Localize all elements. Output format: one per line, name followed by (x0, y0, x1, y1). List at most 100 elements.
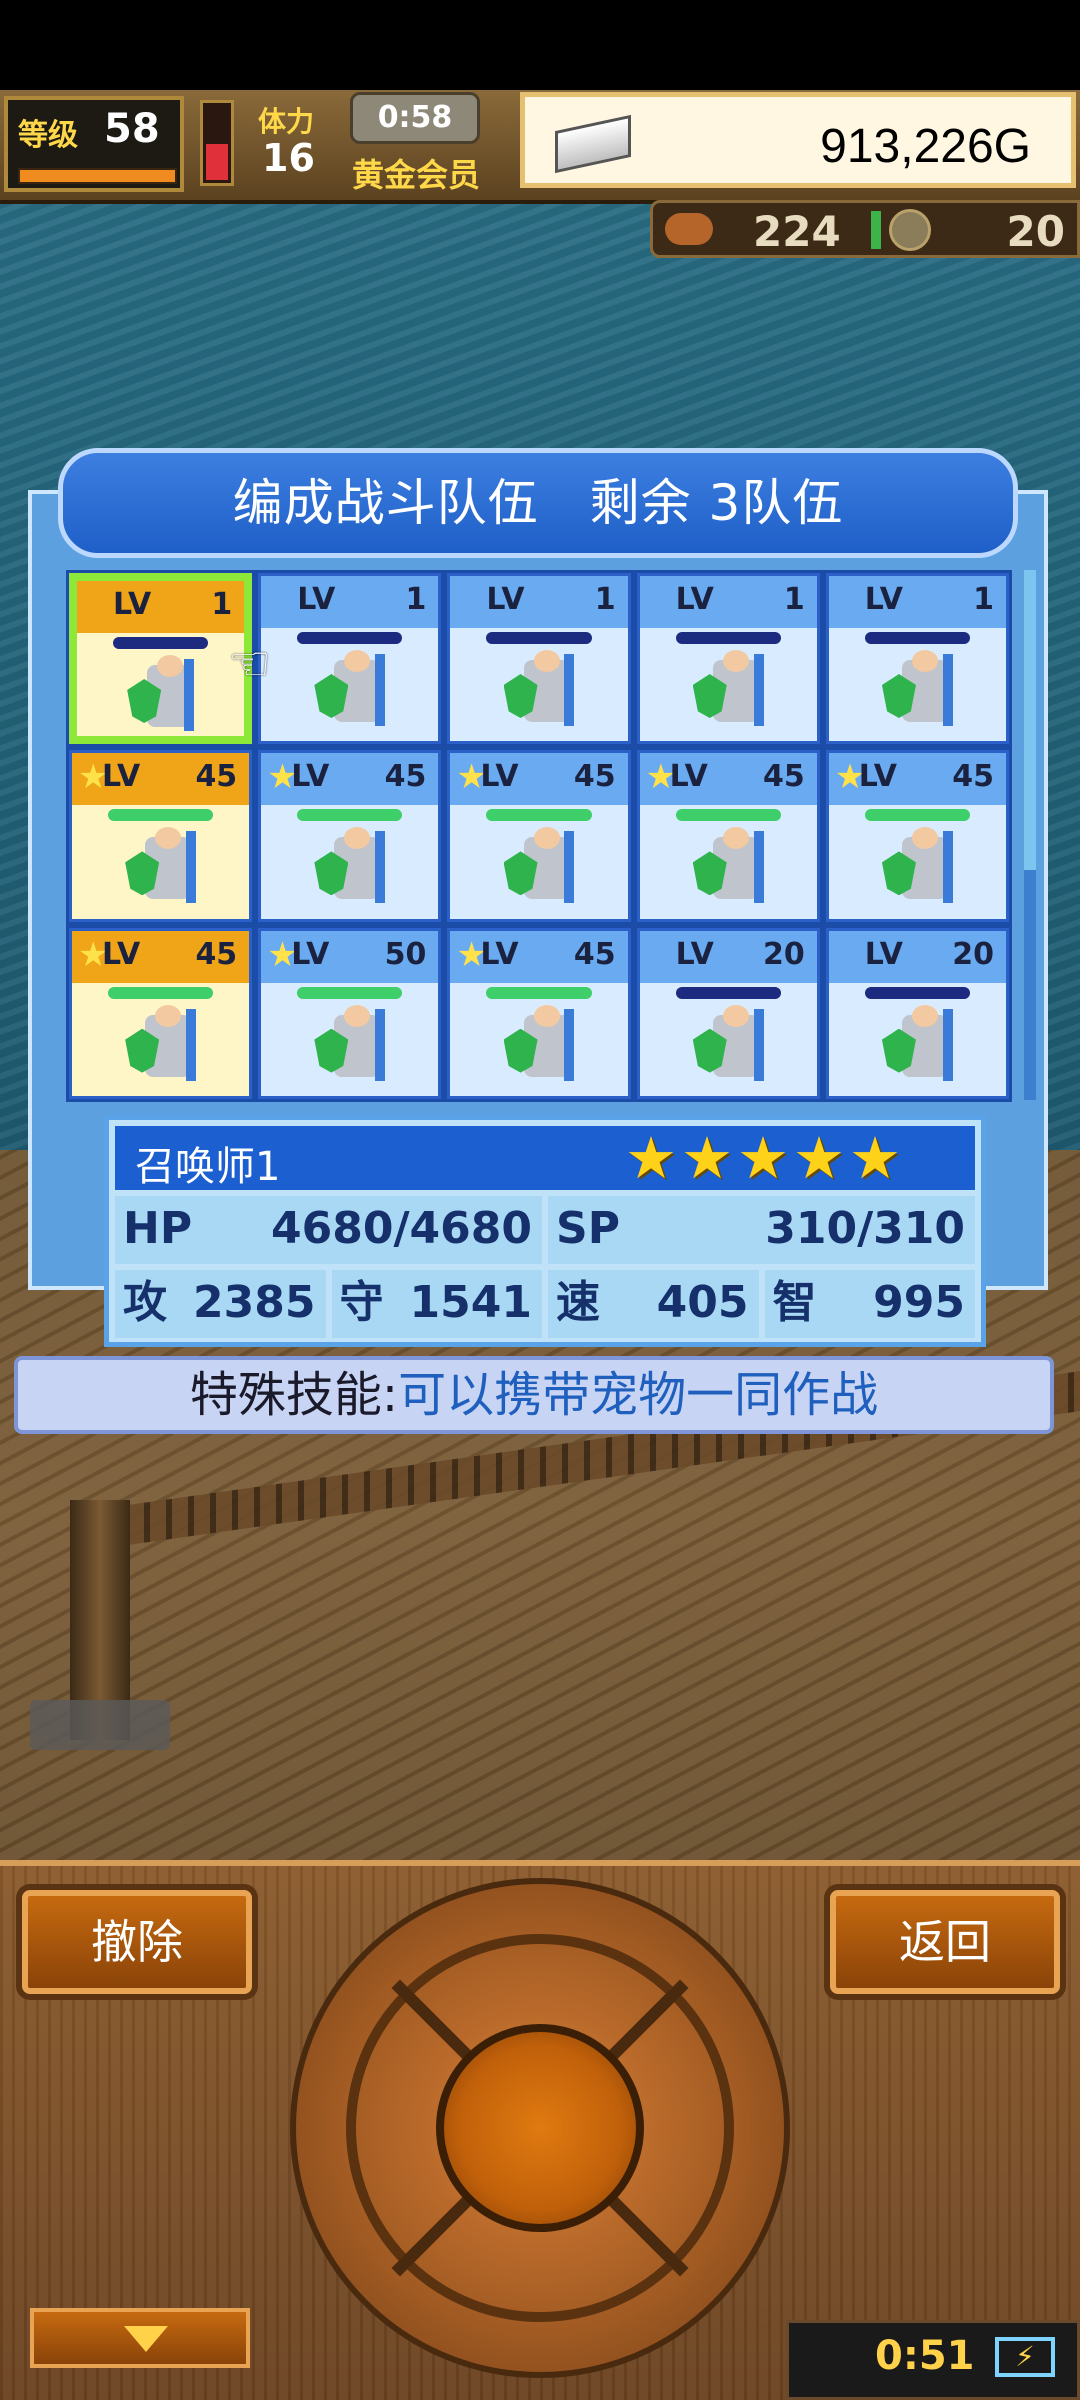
character-slot[interactable]: ★ LV 45 (69, 927, 253, 1099)
slot-lv-value: 45 (573, 759, 616, 795)
staff-part (753, 1008, 764, 1081)
slot-level-header: LV 1 (639, 576, 817, 628)
stats-header: 召唤师1 ★★★★★ (115, 1126, 975, 1190)
pointer-hand-icon: ☜ (228, 636, 272, 692)
slot-lv-label: LV (864, 936, 903, 972)
slot-exp-bar (486, 632, 592, 644)
character-slot[interactable]: LV 20 (825, 927, 1009, 1099)
directional-pad[interactable] (290, 1878, 790, 2378)
slot-lv-value: 45 (384, 759, 427, 795)
stamina-meter (200, 100, 234, 186)
character-slot[interactable]: ★ LV 45 (447, 750, 631, 922)
gold-member-label: 黄金会员 (352, 156, 481, 194)
clock-box: 0:51 ⚡ (786, 2320, 1080, 2400)
character-sprite (127, 655, 195, 737)
slot-exp-bar (675, 809, 781, 822)
face-part (533, 827, 560, 850)
character-slot[interactable]: LV 1 (258, 573, 442, 745)
meat-icon (665, 213, 713, 245)
back-button[interactable]: 返回 (830, 1890, 1060, 1994)
level-label: 等级 (18, 118, 78, 153)
menu-toggle-button[interactable] (30, 2308, 250, 2368)
slot-level-header: LV 1 (77, 581, 245, 633)
character-sprite (125, 827, 197, 909)
slot-exp-bar (486, 809, 592, 822)
level-exp-bar (18, 168, 177, 184)
character-sprite (692, 1004, 764, 1087)
slot-lv-value: 45 (195, 936, 238, 972)
character-slot[interactable]: ★ LV 45 (69, 750, 253, 922)
slot-level-header: ★ LV 50 (261, 930, 439, 983)
character-slot[interactable]: LV 1 (69, 573, 253, 745)
sp-stat: SP 310/310 (548, 1196, 975, 1264)
character-name: 召唤师1 (135, 1144, 281, 1190)
slot-exp-bar (486, 986, 592, 999)
character-sprite (503, 1004, 575, 1087)
slot-exp-bar (108, 986, 214, 999)
slot-lv-value: 20 (763, 936, 805, 972)
dpad-center-button[interactable] (436, 2024, 644, 2232)
slot-lv-value: 45 (573, 936, 616, 972)
speed-stat: 速 405 (548, 1270, 759, 1338)
slot-exp-bar (297, 986, 403, 999)
slot-lv-label: LV (297, 582, 336, 617)
slot-lv-label: LV (480, 936, 519, 972)
character-sprite (692, 827, 764, 909)
staff-part (942, 654, 953, 726)
character-sprite (314, 1004, 386, 1087)
level-box: 等级 58 (4, 96, 184, 192)
resource-separator (871, 211, 881, 249)
staff-part (186, 1008, 197, 1081)
character-sprite (881, 650, 953, 732)
slot-exp-bar (675, 986, 781, 999)
character-slot[interactable]: LV 1 (636, 573, 820, 745)
coin-icon (889, 209, 931, 251)
slot-lv-label: LV (113, 587, 152, 622)
slot-exp-bar (113, 637, 209, 649)
staff-part (375, 1008, 386, 1081)
defense-value: 1541 (409, 1277, 532, 1328)
staff-part (942, 831, 953, 904)
character-slot[interactable]: LV 1 (447, 573, 631, 745)
character-sprite (503, 827, 575, 909)
character-sprite (692, 650, 764, 732)
character-slot[interactable]: LV 1 (825, 573, 1009, 745)
slot-exp-bar (297, 809, 403, 822)
slot-lv-value: 20 (952, 936, 994, 972)
slot-lv-label: LV (486, 582, 525, 617)
gold-value: 913,226G (820, 120, 1031, 173)
slot-lv-label: LV (291, 936, 330, 972)
remove-button[interactable]: 撤除 (22, 1890, 252, 1994)
slot-exp-bar (864, 986, 970, 999)
slot-lv-value: 45 (195, 759, 238, 795)
sp-value: 310/310 (765, 1203, 965, 1254)
staff-part (564, 1008, 575, 1081)
rarity-stars: ★★★★★ (625, 1124, 905, 1192)
special-skill-label: 特殊技能: (189, 1367, 399, 1423)
clock-text: 0:51 (875, 2333, 975, 2379)
grid-scrollbar-thumb[interactable] (1024, 570, 1036, 870)
character-sprite (881, 1004, 953, 1087)
sp-label: SP (556, 1203, 620, 1254)
slot-exp-bar (297, 632, 403, 644)
character-slot[interactable]: ★ LV 45 (447, 927, 631, 1099)
slot-lv-value: 1 (594, 582, 616, 617)
face-part (533, 1004, 560, 1027)
slot-level-header: ★ LV 45 (450, 753, 628, 806)
slot-level-header: LV 20 (639, 930, 817, 983)
character-slot[interactable]: ★ LV 45 (636, 750, 820, 922)
slot-level-header: ★ LV 45 (261, 753, 439, 806)
character-slot[interactable]: ★ LV 45 (258, 750, 442, 922)
slot-lv-label: LV (675, 582, 714, 617)
face-part (911, 1004, 938, 1027)
slot-lv-label: LV (675, 936, 714, 972)
slot-lv-value: 1 (973, 582, 994, 617)
special-skill-value: 可以携带宠物一同作战 (398, 1367, 879, 1423)
silver-bar-icon (555, 114, 631, 174)
character-stats: 召唤师1 ★★★★★ HP 4680/4680 SP 310/310 攻 238… (104, 1115, 986, 1347)
character-slot[interactable]: ★ LV 50 (258, 927, 442, 1099)
character-slot[interactable]: ★ LV 45 (825, 750, 1009, 922)
stamina-label: 体力 (258, 105, 315, 138)
attack-value: 2385 (193, 1277, 316, 1328)
character-slot[interactable]: LV 20 (636, 927, 820, 1099)
